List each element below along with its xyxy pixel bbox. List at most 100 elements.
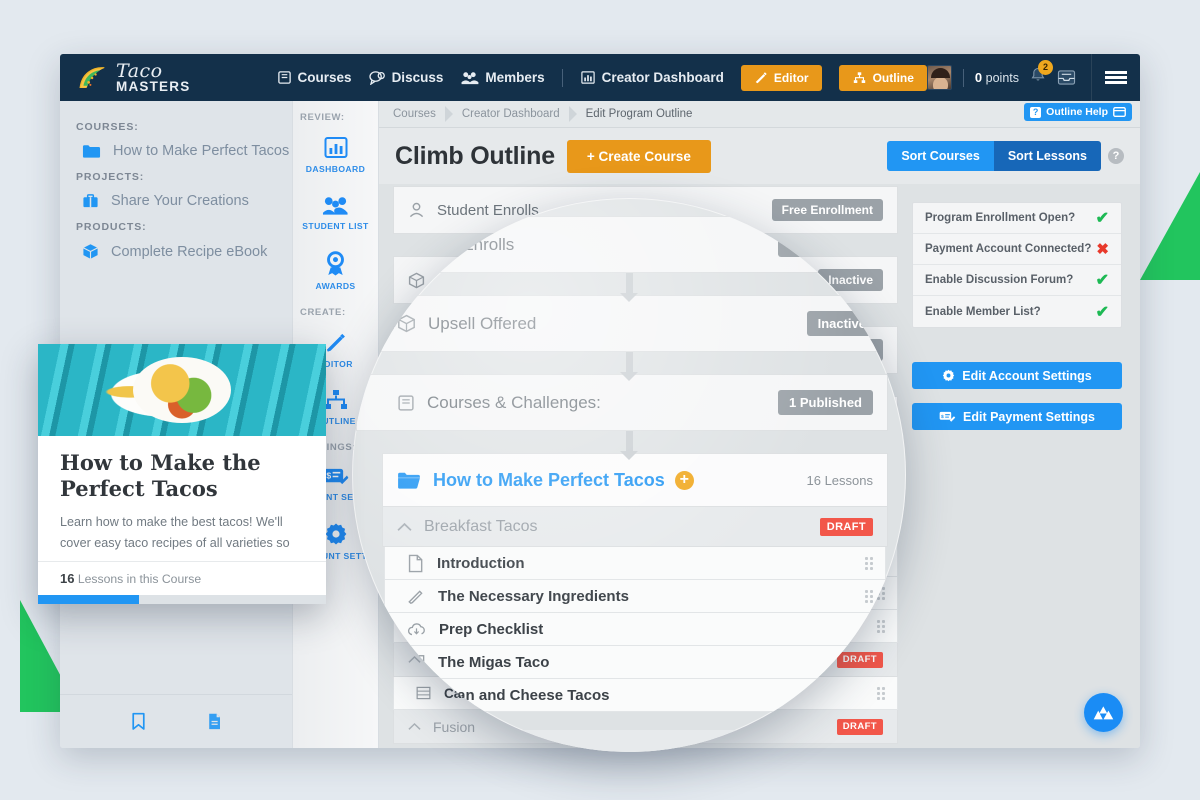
- inbox-icon[interactable]: [1057, 69, 1076, 86]
- setting-row-enable-member-list[interactable]: Enable Member List? ✔: [913, 296, 1121, 327]
- outline-button[interactable]: Outline: [838, 64, 927, 91]
- sidebar-item-share-your-creations[interactable]: Share Your Creations: [60, 190, 292, 212]
- magnified-tag-0: Free Enrollment: [778, 232, 899, 257]
- drag-handle-icon[interactable]: [865, 622, 873, 636]
- chat-bubbles-icon: [368, 71, 385, 85]
- magnified-lesson-title: The Necessary Ingredients: [438, 587, 629, 605]
- status-badge-draft: DRAFT: [831, 740, 885, 752]
- floating-action-button[interactable]: [1084, 693, 1123, 732]
- sidebar-label-projects-0: Share Your Creations: [111, 193, 249, 209]
- breadcrumb-separator: [568, 106, 577, 122]
- magnified-lesson-row[interactable]: Prep Checklist: [384, 613, 886, 646]
- magnified-lesson-row[interactable]: Introduction: [384, 547, 886, 580]
- edit-payment-settings-label: Edit Payment Settings: [963, 409, 1095, 424]
- breadcrumb-item-courses[interactable]: Courses: [393, 108, 436, 120]
- magnified-section-header-traditional[interactable]: Traditional DRAFT: [370, 730, 900, 752]
- page-icon: [407, 554, 424, 573]
- hamburger-menu-button[interactable]: [1091, 54, 1140, 101]
- sidebar-item-how-to-make-perfect-tacos[interactable]: How to Make Perfect Tacos: [60, 140, 292, 162]
- magnifier-content: Student Enrolls Free Enrollment Upsell O…: [352, 198, 906, 752]
- breadcrumb-item-edit-program-outline: Edit Program Outline: [585, 108, 693, 120]
- status-badge-draft: DRAFT: [819, 517, 873, 536]
- rail-heading-review: REVIEW:: [300, 112, 345, 123]
- points-label: points: [985, 71, 1019, 85]
- people-icon: [461, 72, 479, 85]
- drag-handle-icon[interactable]: [865, 688, 873, 702]
- sort-help-icon[interactable]: ?: [1108, 148, 1124, 164]
- magnified-tag-1: Inactive: [806, 311, 877, 336]
- brand-word-masters: MASTERS: [116, 78, 191, 94]
- setting-row-enable-discussion-forum[interactable]: Enable Discussion Forum? ✔: [913, 265, 1121, 296]
- question-icon: ?: [1030, 106, 1042, 118]
- nav-item-members[interactable]: Members: [460, 70, 545, 85]
- course-preview-card[interactable]: How to Make the Perfect Tacos Learn how …: [38, 344, 326, 604]
- drag-handle-icon[interactable]: [865, 556, 873, 570]
- nav-item-discuss[interactable]: Discuss: [368, 70, 443, 85]
- magnified-label-1: Upsell Offered: [428, 313, 537, 333]
- outline-button-label: Outline: [872, 70, 914, 85]
- course-card-description: Learn how to make the best tacos! We'll …: [60, 515, 290, 556]
- magnified-lesson-title: Introduction: [437, 554, 525, 572]
- nav-item-creator-dashboard[interactable]: Creator Dashboard: [580, 70, 724, 85]
- notifications-button[interactable]: 2: [1030, 59, 1053, 89]
- box-icon: [82, 243, 99, 260]
- tacos-photo: [38, 344, 326, 436]
- briefcase-icon: [82, 193, 99, 209]
- magnified-tag-2: 1 Published: [778, 390, 873, 415]
- page-header: Climb Outline + Create Course Sort Cours…: [379, 128, 1140, 184]
- magnified-lesson-row[interactable]: The Necessary Ingredients: [384, 580, 886, 613]
- plus-circle-icon[interactable]: +: [674, 470, 694, 490]
- taco-icon: [79, 66, 105, 88]
- nav-divider-2: [962, 68, 964, 87]
- setting-row-program-enrollment-open[interactable]: Program Enrollment Open? ✔: [913, 203, 1121, 234]
- sidebar-item-complete-recipe-ebook[interactable]: Complete Recipe eBook: [60, 240, 292, 263]
- hamburger-icon: [1105, 69, 1127, 87]
- magnified-section-header-breakfast[interactable]: Breakfast Tacos DRAFT: [382, 507, 888, 547]
- sidebar-heading-products: PRODUCTS:: [76, 221, 147, 233]
- film-icon: [407, 654, 425, 671]
- nav-divider: [561, 68, 563, 87]
- book-icon: [397, 394, 415, 412]
- window-icon: [1113, 107, 1126, 117]
- magnified-outline-row-courses-challenges[interactable]: Courses & Challenges: 1 Published: [356, 374, 888, 431]
- create-course-button[interactable]: + Create Course: [566, 139, 711, 173]
- edit-payment-settings-button[interactable]: $ Edit Payment Settings: [912, 403, 1122, 430]
- edit-account-settings-button[interactable]: Edit Account Settings: [912, 362, 1122, 389]
- box-icon: [397, 314, 416, 333]
- avatar[interactable]: [926, 65, 952, 90]
- course-card-lessons-number: 16: [60, 571, 75, 586]
- drag-handle-icon[interactable]: [865, 655, 873, 669]
- flow-connector: [380, 431, 878, 460]
- breadcrumb-item-creator-dashboard[interactable]: Creator Dashboard: [462, 108, 560, 120]
- sidebar-heading-projects: PROJECTS:: [76, 171, 145, 183]
- document-icon[interactable]: [206, 712, 223, 731]
- setting-label-0: Program Enrollment Open?: [925, 212, 1076, 224]
- magnified-label-0: Student Enrolls: [399, 234, 515, 254]
- magnified-lesson-row[interactable]: The Migas Taco: [384, 646, 886, 679]
- sort-lessons-button[interactable]: Sort Lessons: [993, 141, 1101, 171]
- drag-handle-icon[interactable]: [865, 589, 873, 603]
- magnified-outline-row-student-enrolls[interactable]: Student Enrolls Free Enrollment: [352, 216, 906, 273]
- magnified-lesson-row[interactable]: Bean and Cheese Tacos: [384, 679, 886, 712]
- rail-item-dashboard[interactable]: DASHBOARD: [293, 127, 378, 185]
- editor-button-label: Editor: [773, 70, 809, 85]
- editor-button[interactable]: Editor: [740, 64, 822, 91]
- bookmark-icon[interactable]: [130, 712, 147, 731]
- setting-row-payment-account-connected[interactable]: Payment Account Connected? ✖: [913, 234, 1121, 265]
- sort-courses-button[interactable]: Sort Courses: [887, 141, 994, 171]
- outline-help-button[interactable]: ? Outline Help: [1024, 103, 1132, 121]
- magnified-course-header[interactable]: How to Make Perfect Tacos + 16 Lessons: [382, 453, 888, 507]
- pencil-icon: [407, 587, 425, 605]
- brand-logo[interactable]: Taco MASTERS: [78, 61, 253, 94]
- magnified-section-name: Breakfast Tacos: [424, 517, 538, 535]
- course-progress-bar: [38, 595, 326, 604]
- magnifier-lens: Student Enrolls Free Enrollment Upsell O…: [352, 198, 906, 752]
- edit-account-settings-label: Edit Account Settings: [962, 368, 1092, 383]
- magnified-outline-row-upsell-offered[interactable]: Upsell Offered Inactive: [352, 295, 892, 352]
- flow-connector: [380, 352, 878, 381]
- magnified-label-2: Courses & Challenges:: [427, 392, 601, 412]
- setting-label-3: Enable Member List?: [925, 305, 1041, 318]
- cross-icon: ✖: [1096, 241, 1109, 258]
- nav-item-courses[interactable]: Courses: [277, 70, 352, 85]
- bar-chart-icon: [295, 136, 376, 159]
